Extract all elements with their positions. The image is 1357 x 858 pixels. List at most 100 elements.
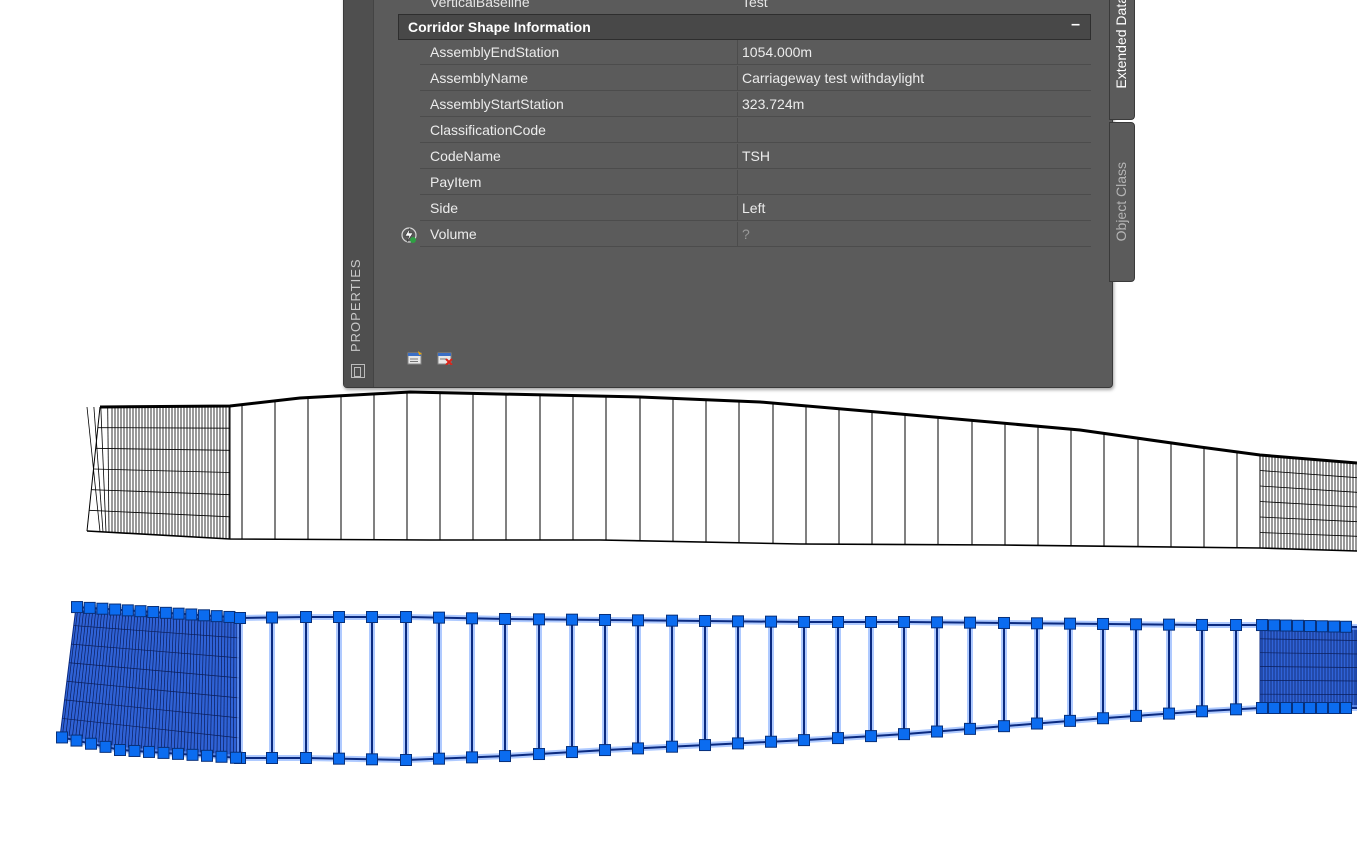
grip-handle[interactable] (147, 606, 160, 619)
grip-handle[interactable] (300, 752, 312, 764)
grip-handle[interactable] (699, 614, 711, 627)
grip-handle[interactable] (931, 725, 943, 738)
property-row[interactable]: AssemblyEndStation 1054.000m (398, 40, 1091, 66)
grip-handle[interactable] (433, 752, 445, 765)
grip-handle[interactable] (366, 611, 378, 623)
grip-handle[interactable] (632, 742, 644, 755)
property-row[interactable]: CodeName TSH (398, 144, 1091, 170)
grip-handle[interactable] (1316, 620, 1328, 633)
collapse-toggle[interactable]: – (1071, 16, 1080, 34)
property-value[interactable]: ? (738, 222, 1091, 247)
grip-handle[interactable] (832, 616, 844, 628)
grip-handle[interactable] (185, 608, 198, 621)
grip-handle[interactable] (499, 750, 511, 763)
property-value[interactable]: Carriageway test withdaylight (738, 66, 1091, 91)
grip-handle[interactable] (1196, 618, 1208, 631)
grip-handle[interactable] (83, 601, 96, 614)
property-row[interactable]: ClassificationCode (398, 118, 1091, 144)
grip-handle[interactable] (865, 616, 877, 628)
grip-handle[interactable] (99, 740, 112, 753)
grip-handle[interactable] (599, 613, 611, 626)
grip-handle[interactable] (230, 751, 242, 764)
grip-handle[interactable] (1097, 712, 1109, 725)
palette-options-icon[interactable] (351, 364, 365, 378)
grip-handle[interactable] (172, 747, 184, 760)
grip-handle[interactable] (964, 616, 976, 629)
grip-handle[interactable] (1130, 618, 1142, 631)
grip-handle[interactable] (71, 601, 83, 614)
grip-handle[interactable] (466, 751, 478, 764)
grip-handle[interactable] (566, 613, 578, 626)
grip-handle[interactable] (1340, 702, 1352, 714)
grip-handle[interactable] (114, 744, 126, 756)
grip-handle[interactable] (266, 611, 278, 624)
grip-handle[interactable] (85, 737, 97, 750)
grip-handle[interactable] (1097, 617, 1109, 630)
grip-handle[interactable] (1256, 619, 1268, 632)
grip-handle[interactable] (666, 740, 678, 753)
grip-handle[interactable] (1304, 702, 1316, 714)
tab-object-class[interactable]: Object Class (1109, 122, 1135, 282)
grip-handle[interactable] (159, 606, 172, 619)
property-value[interactable]: Left (738, 196, 1091, 221)
grip-handle[interactable] (533, 748, 545, 761)
grip-handle[interactable] (765, 735, 777, 748)
grip-handle[interactable] (433, 611, 445, 624)
property-row[interactable]: AssemblyName Carriageway test withdaylig… (398, 66, 1091, 92)
grip-handle[interactable] (1292, 702, 1304, 714)
grip-handle[interactable] (1280, 619, 1292, 632)
grip-handle[interactable] (201, 749, 213, 762)
grip-handle[interactable] (632, 614, 644, 627)
palette-title-strip[interactable]: PROPERTIES (344, 0, 374, 387)
grip-handle[interactable] (210, 610, 223, 623)
grip-handle[interactable] (172, 607, 185, 620)
grip-handle[interactable] (223, 610, 236, 623)
grip-handle[interactable] (70, 734, 83, 747)
grip-handle[interactable] (998, 720, 1010, 733)
grip-handle[interactable] (1316, 702, 1328, 714)
property-row[interactable]: Side Left (398, 196, 1091, 222)
property-row[interactable]: Volume ? (398, 222, 1091, 248)
grip-handle[interactable] (266, 752, 278, 764)
grip-handle[interactable] (666, 614, 678, 627)
grip-handle[interactable] (1163, 618, 1175, 631)
property-value[interactable]: 1054.000m (738, 40, 1091, 65)
grip-handle[interactable] (931, 616, 943, 629)
grip-handle[interactable] (466, 612, 478, 625)
grip-handle[interactable] (215, 750, 228, 763)
grip-handle[interactable] (1280, 702, 1292, 714)
grip-handle[interactable] (1196, 705, 1208, 718)
grip-handle[interactable] (333, 752, 345, 765)
grip-handle[interactable] (1130, 709, 1142, 722)
grip-handle[interactable] (1064, 714, 1076, 727)
grip-handle[interactable] (1340, 620, 1352, 633)
property-row-partial[interactable]: VerticalBaseline Test (398, 0, 1092, 14)
grip-handle[interactable] (121, 604, 134, 617)
grip-handle[interactable] (964, 722, 976, 735)
grip-handle[interactable] (1268, 619, 1280, 632)
grip-handle[interactable] (798, 734, 810, 747)
grip-handle[interactable] (1328, 702, 1340, 714)
property-value[interactable] (738, 118, 1091, 143)
property-row[interactable]: PayItem (398, 170, 1091, 196)
grip-handle[interactable] (499, 612, 511, 625)
tab-extended-data[interactable]: Extended Data (1109, 0, 1135, 120)
grip-handle[interactable] (1230, 619, 1242, 631)
grip-handle[interactable] (566, 746, 578, 759)
grip-handle[interactable] (96, 602, 109, 615)
grip-handle[interactable] (1304, 620, 1316, 633)
grip-handle[interactable] (400, 754, 412, 766)
property-row[interactable]: AssemblyStartStation 323.724m (398, 92, 1091, 118)
grip-handle[interactable] (1328, 620, 1340, 633)
grip-handle[interactable] (699, 739, 711, 752)
grip-handle[interactable] (109, 603, 122, 616)
grip-handle[interactable] (234, 612, 246, 624)
grip-handle[interactable] (157, 746, 170, 759)
select-objects-icon[interactable] (407, 351, 423, 365)
grip-handle[interactable] (1268, 702, 1280, 714)
property-value[interactable] (738, 170, 1091, 195)
grip-handle[interactable] (366, 753, 378, 766)
grip-handle[interactable] (865, 730, 877, 743)
grip-handle[interactable] (128, 744, 141, 757)
grip-handle[interactable] (56, 731, 68, 744)
